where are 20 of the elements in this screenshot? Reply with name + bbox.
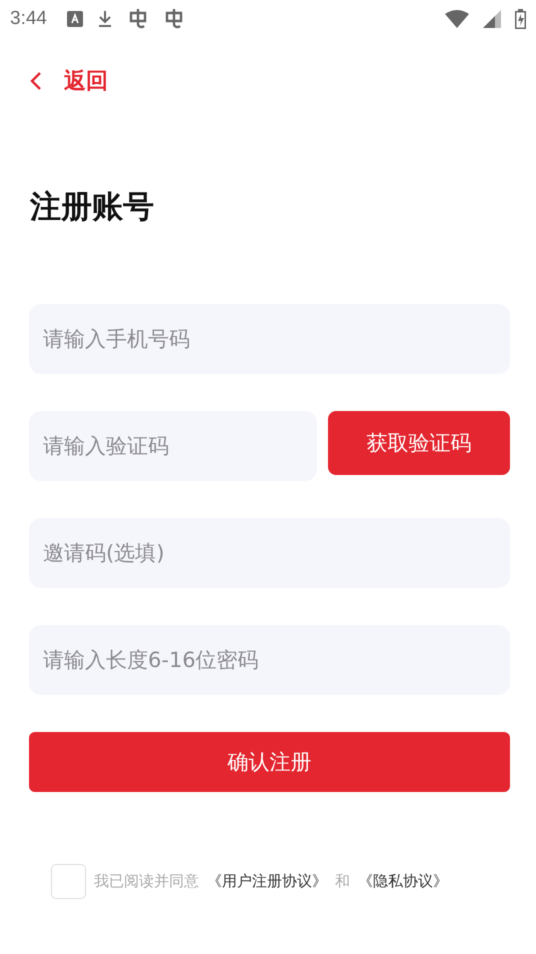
battery-icon bbox=[515, 9, 526, 29]
privacy-link[interactable]: 《隐私协议》 bbox=[358, 872, 448, 891]
page-title: 注册账号 bbox=[30, 188, 155, 227]
password-field[interactable]: 请输入长度6-16位密码 bbox=[29, 625, 510, 695]
code-field[interactable]: 请输入验证码 bbox=[29, 411, 317, 481]
get-code-button[interactable]: 获取验证码 bbox=[328, 411, 510, 475]
phone-field[interactable]: 请输入手机号码 bbox=[29, 304, 510, 374]
back-button[interactable]: 返回 bbox=[30, 66, 108, 96]
register-button[interactable]: 确认注册 bbox=[29, 732, 510, 792]
joiner-text: 和 bbox=[335, 872, 350, 891]
download-icon bbox=[96, 10, 113, 28]
status-time: 3:44 bbox=[10, 8, 47, 30]
notification-icon bbox=[66, 11, 83, 27]
agree-checkbox[interactable] bbox=[51, 864, 86, 899]
signal-icon bbox=[483, 10, 501, 28]
wifi-icon bbox=[445, 10, 469, 28]
user-agreement-link[interactable]: 《用户注册协议》 bbox=[207, 872, 327, 891]
agree-text: 我已阅读并同意 bbox=[94, 872, 199, 891]
back-chevron-icon bbox=[30, 71, 42, 91]
invite-code-field[interactable]: 邀请码(选填) bbox=[29, 518, 510, 588]
